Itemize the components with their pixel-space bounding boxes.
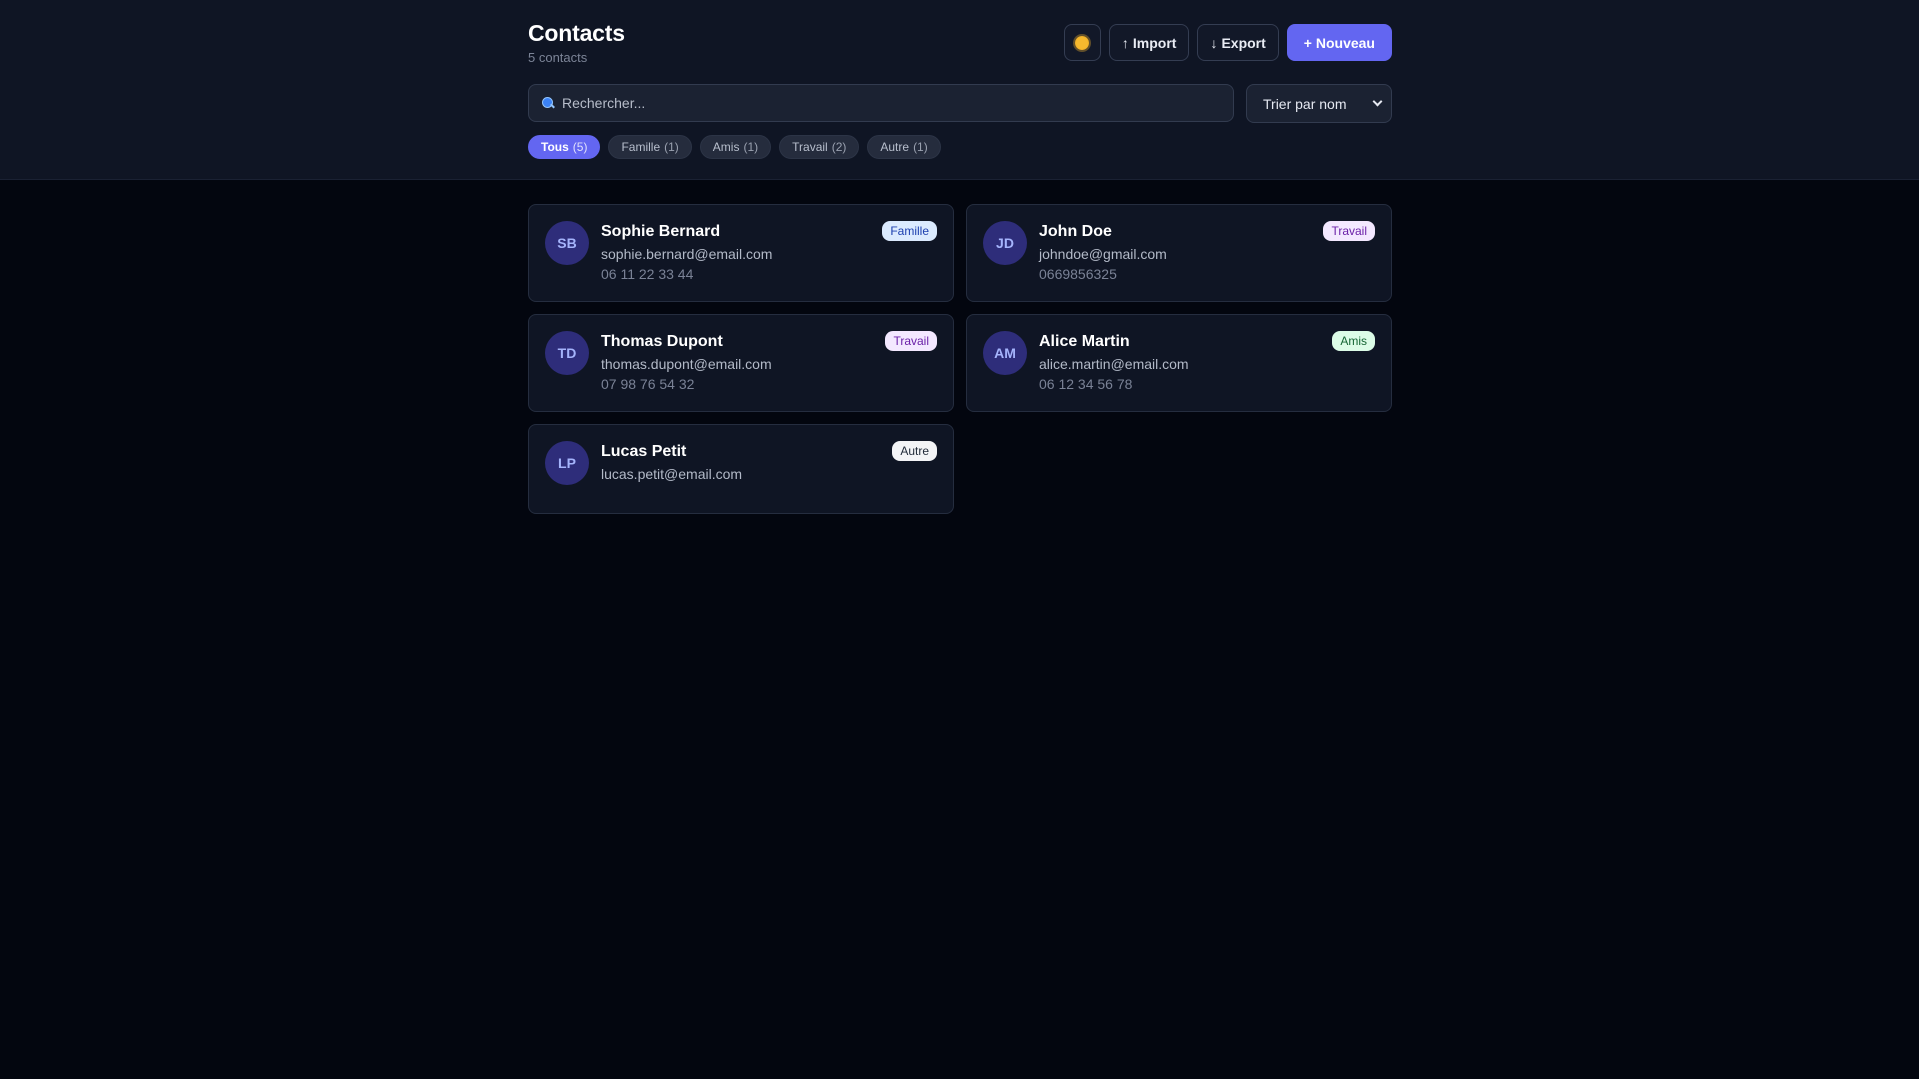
filter-chip-label: Tous: [541, 140, 569, 154]
arrow-down-icon: ↓: [1210, 34, 1218, 51]
contact-name: Lucas Petit: [601, 443, 687, 460]
avatar: LP: [545, 441, 589, 485]
filter-chip-amis[interactable]: Amis (1): [699, 135, 772, 159]
contact-card-alice-martin[interactable]: AM Alice Martin alice.martin@email.com 0…: [966, 314, 1392, 412]
filter-chip-travail[interactable]: Travail (2): [779, 135, 860, 159]
category-badge: Famille: [882, 221, 937, 241]
header-actions: ↑ Import ↓ Export + Nouveau: [1063, 24, 1392, 61]
contact-card-thomas-dupont[interactable]: TD Thomas Dupont thomas.dupont@email.com…: [528, 314, 954, 412]
arrow-up-icon: ↑: [1121, 34, 1129, 51]
contact-name: Thomas Dupont: [601, 333, 723, 350]
contact-name: Sophie Bernard: [601, 223, 721, 240]
contact-name: John Doe: [1039, 223, 1112, 240]
avatar: JD: [983, 221, 1027, 265]
sort-selected-label: Trier par nom: [1263, 95, 1347, 112]
export-button[interactable]: ↓ Export: [1197, 24, 1279, 61]
contact-email: alice.martin@email.com: [1039, 356, 1189, 372]
contact-phone: 0669856325: [1039, 266, 1117, 282]
filter-chip-label: Famille: [621, 140, 661, 154]
contact-email: sophie.bernard@email.com: [601, 246, 773, 262]
theme-toggle-button[interactable]: [1063, 24, 1101, 61]
category-badge: Travail: [1323, 221, 1375, 241]
contact-phone: 06 11 22 33 44: [601, 266, 694, 282]
filter-chip-count: (2): [831, 140, 847, 154]
contact-email: lucas.petit@email.com: [601, 466, 743, 482]
filter-chip-count: (5): [572, 140, 588, 154]
contact-name: Alice Martin: [1039, 333, 1130, 350]
filter-chip-count: (1): [664, 140, 679, 154]
filter-chip-label: Travail: [792, 140, 828, 154]
new-contact-button[interactable]: + Nouveau: [1286, 24, 1392, 61]
contact-email: thomas.dupont@email.com: [601, 356, 772, 372]
filter-chip-label: Amis: [712, 140, 740, 154]
filter-chip-label: Autre: [880, 140, 910, 154]
filter-chip-count: (1): [743, 140, 759, 154]
chevron-down-icon: [1372, 96, 1383, 107]
category-badge: Autre: [892, 441, 937, 461]
category-badge: Amis: [1332, 331, 1375, 351]
contact-card-lucas-petit[interactable]: LP Lucas Petit lucas.petit@email.com Aut…: [528, 424, 954, 514]
search-bar: [528, 84, 1234, 122]
filter-chip-tous[interactable]: Tous (5): [528, 135, 601, 159]
contact-email: johndoe@gmail.com: [1039, 246, 1167, 262]
export-label: Export: [1221, 34, 1266, 51]
avatar: TD: [545, 331, 589, 375]
import-button[interactable]: ↑ Import: [1108, 24, 1190, 61]
import-label: Import: [1132, 34, 1177, 51]
contact-card-sophie-bernard[interactable]: SB Sophie Bernard sophie.bernard@email.c…: [528, 204, 954, 302]
sort-select[interactable]: Trier par nom: [1246, 84, 1392, 123]
avatar: AM: [983, 331, 1027, 375]
page-title: Contacts: [528, 20, 625, 46]
filter-chip-famille[interactable]: Famille (1): [608, 135, 692, 159]
avatar: SB: [545, 221, 589, 265]
filter-chips: Tous (5) Famille (1) Amis (1) Travail (2) Au…: [528, 135, 941, 159]
sun-icon: [1075, 35, 1090, 50]
contact-card-john-doe[interactable]: JD John Doe johndoe@gmail.com 0669856325…: [966, 204, 1392, 302]
contact-phone: 06 12 34 56 78: [1039, 376, 1133, 392]
category-badge: Travail: [885, 331, 937, 351]
filter-chip-count: (1): [913, 140, 928, 154]
search-input[interactable]: [562, 95, 1233, 111]
search-icon: [542, 97, 554, 109]
contact-count: 5 contacts: [528, 50, 588, 65]
contact-phone: 07 98 76 54 32: [601, 376, 695, 392]
filter-chip-autre[interactable]: Autre (1): [867, 135, 941, 159]
